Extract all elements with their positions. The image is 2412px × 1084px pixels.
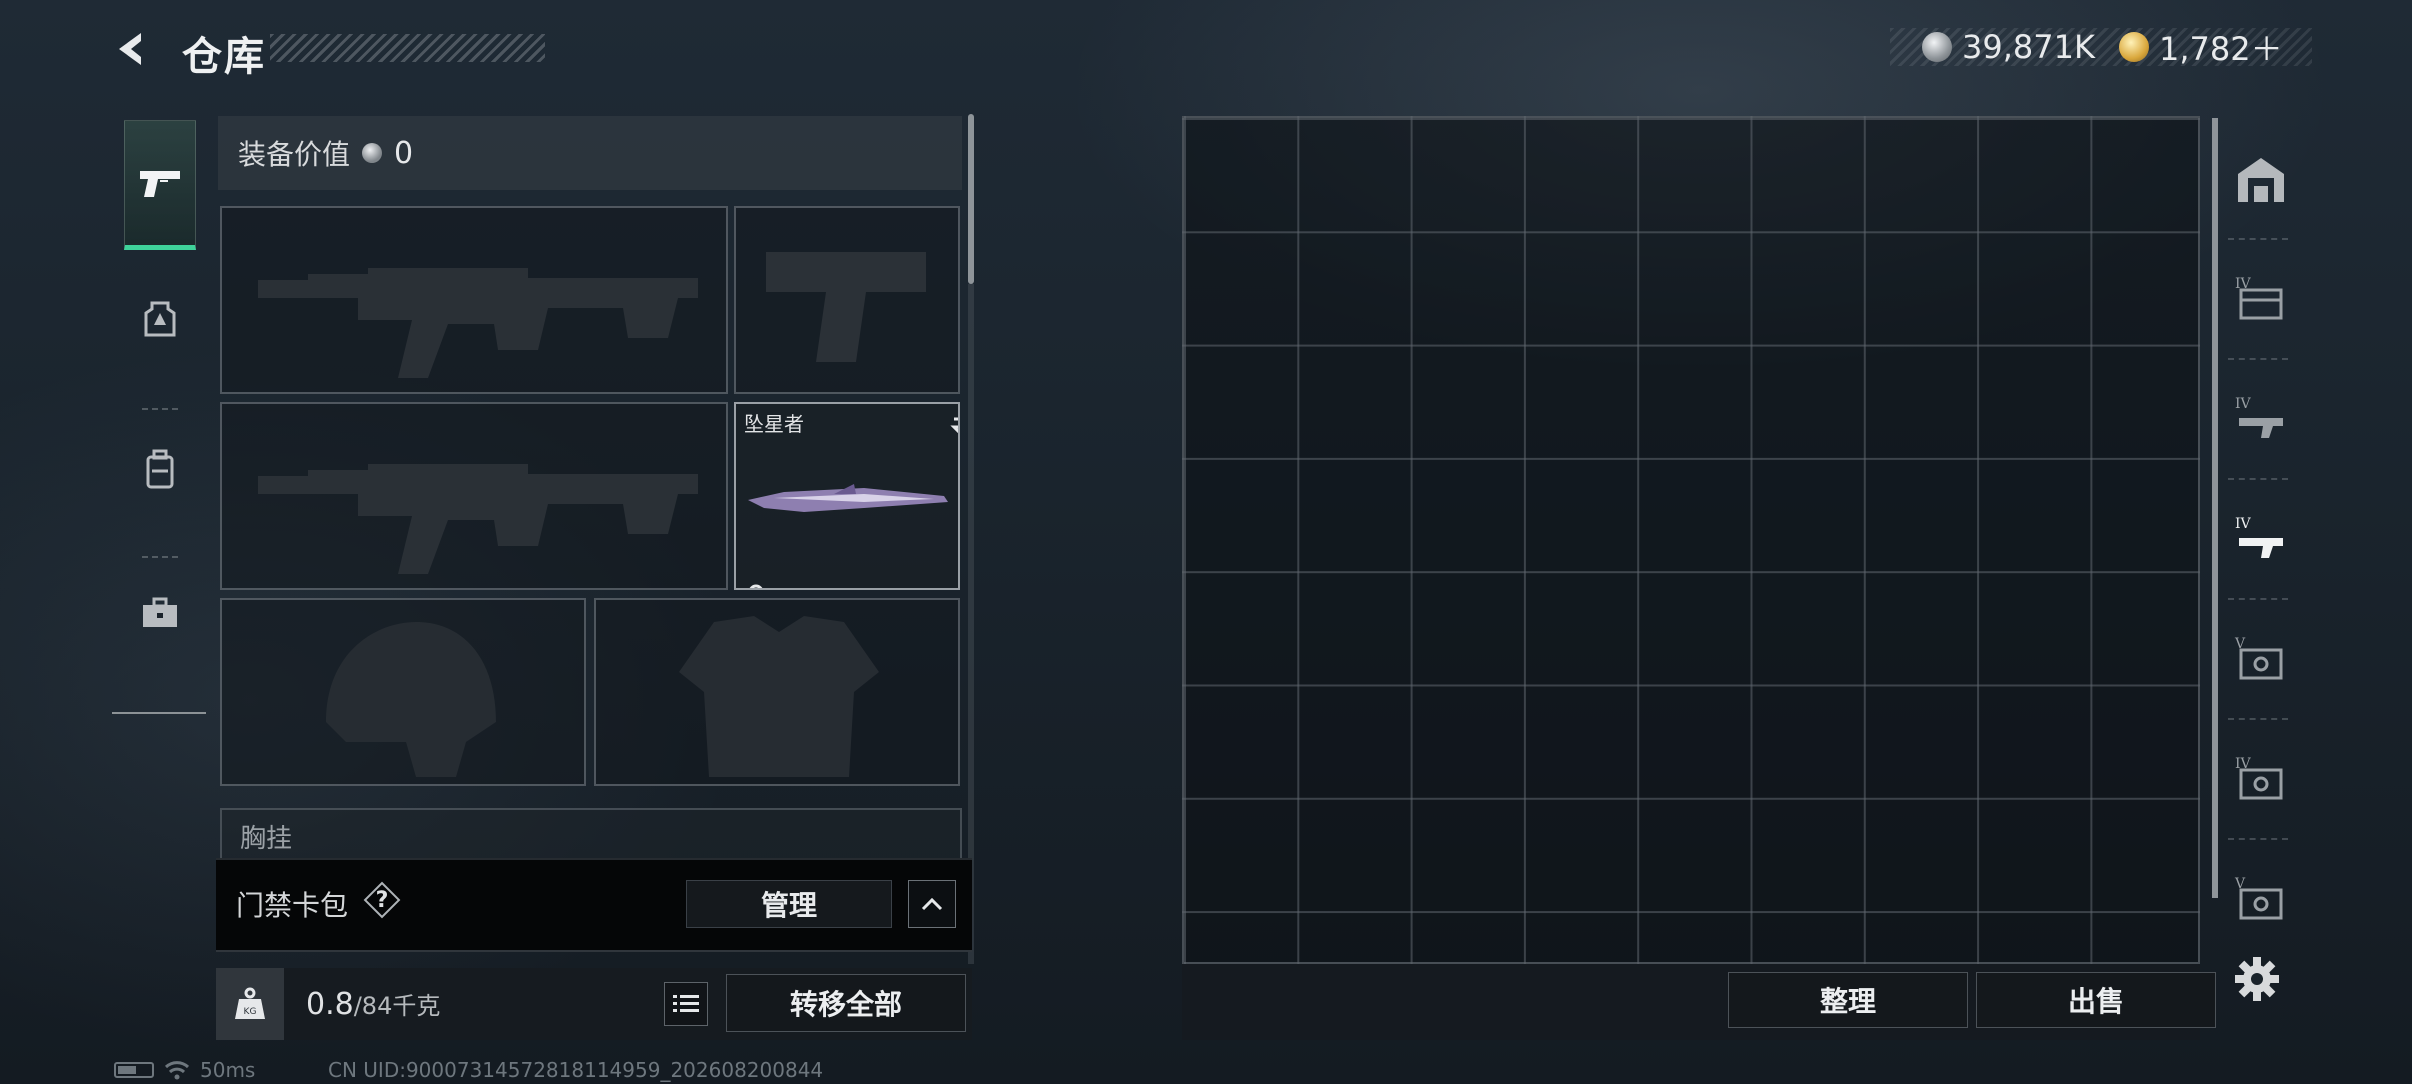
chest-rig-label: 胸挂 [240, 824, 293, 854]
silver-coin-icon [362, 143, 383, 163]
weight-icon: KG [216, 968, 284, 1040]
rifle-silhouette-icon [258, 464, 698, 574]
ammo-box-icon: V [2234, 636, 2283, 680]
rail-item-bag[interactable] [124, 404, 196, 534]
list-view-button[interactable] [664, 982, 708, 1026]
chest-rig-slot[interactable]: 胸挂 [220, 808, 962, 858]
storage-grid[interactable] [1182, 116, 2200, 964]
weapon-case-icon: IV [2235, 516, 2283, 558]
current-weight: 0.8 [306, 987, 354, 1022]
loadout-scrollbar[interactable] [968, 114, 974, 284]
backpack-icon [146, 449, 174, 489]
rail-divider [2228, 598, 2288, 600]
silver-coin-icon [1922, 32, 1952, 62]
wifi-icon [164, 1061, 190, 1080]
sidearm-slot[interactable] [734, 206, 960, 394]
title-decoration [270, 34, 545, 62]
uid-text: CN UID:9000731457281811495​9_20260820084… [328, 1058, 824, 1082]
rail-item-supplies[interactable] [124, 548, 196, 678]
sell-button[interactable]: 出售 [1976, 972, 2216, 1028]
gear-icon [2235, 957, 2279, 1001]
page-title: 仓库 [182, 34, 266, 80]
rail-divider [2228, 238, 2288, 240]
storage-action-bar: 整理 出售 [1182, 964, 2216, 1040]
ping-value: 50ms [200, 1058, 256, 1082]
container-extension-2[interactable]: IV [2226, 362, 2296, 472]
container-extension-1[interactable]: IV [2226, 242, 2296, 352]
list-icon [673, 995, 699, 1012]
container-home-storage[interactable] [2226, 124, 2296, 234]
briefcase-icon [143, 597, 177, 627]
body-armor-slot[interactable] [594, 598, 960, 786]
battery-icon [114, 1062, 154, 1078]
container-extension-5[interactable]: IV [2226, 722, 2296, 832]
currency-bar: 39,871K 1,782＋ [1890, 28, 2312, 68]
equipment-value-bar: 装备价值 0 [218, 116, 962, 190]
melee-blade-icon [748, 484, 948, 512]
container-extension-4[interactable]: V [2226, 602, 2296, 712]
svg-text:IV: IV [2235, 396, 2252, 412]
help-icon[interactable]: ? [363, 881, 401, 919]
melee-weapon-name: 坠星者 [744, 412, 804, 436]
chevron-up-icon [921, 897, 943, 911]
storage-crate-icon: IV [2235, 276, 2283, 320]
garage-icon [2238, 158, 2284, 202]
manage-button[interactable]: 管理 [686, 880, 892, 928]
ammo-box-icon: V [2234, 876, 2283, 920]
status-bar: 50ms [114, 1058, 255, 1082]
container-rail: IV IV IV V IV V [2208, 118, 2300, 1038]
rail-item-weapons[interactable] [124, 120, 196, 250]
silver-currency-value: 39,871K [1962, 28, 2095, 66]
back-button[interactable] [108, 24, 158, 74]
transfer-all-button[interactable]: 转移全部 [726, 974, 966, 1032]
helmet-silhouette-icon [326, 622, 496, 777]
weight-bar: KG 0.8/84千克 转移全部 [216, 968, 972, 1040]
ammo-box-icon: IV [2235, 756, 2283, 800]
svg-text:KG: KG [244, 1007, 257, 1017]
help-symbol: ? [375, 887, 389, 913]
rifle-silhouette-icon [258, 268, 698, 378]
secondary-weapon-slot[interactable] [220, 402, 728, 590]
equipment-value: 0 [394, 135, 414, 171]
rail-divider [2228, 718, 2288, 720]
keycard-wallet-bar: 门禁卡包 ? 管理 [216, 858, 972, 952]
equipment-value-label: 装备价值 [238, 138, 351, 171]
container-extension-6[interactable]: V [2226, 842, 2296, 952]
category-rail [112, 108, 206, 714]
weapon-case-icon: IV [2235, 396, 2283, 438]
pistol-icon [140, 171, 180, 197]
loadout-panel: 装备价值 0 坠星者 胸挂 门禁卡包 ? 管理 KG 0.8/84千克 转移全部 [214, 112, 976, 1042]
pistol-silhouette-icon [766, 252, 926, 362]
weight-capacity: /84千克 [353, 992, 441, 1020]
rail-divider [2228, 478, 2288, 480]
primary-weapon-slot[interactable] [220, 206, 728, 394]
storage-panel: 整理 出售 [1182, 116, 2216, 1040]
helmet-slot[interactable] [220, 598, 586, 786]
settings-button[interactable] [2232, 954, 2282, 1004]
rail-divider [2228, 358, 2288, 360]
svg-text:IV: IV [2235, 516, 2252, 532]
gold-currency-value[interactable]: 1,782＋ [2159, 24, 2283, 70]
container-extension-3[interactable]: IV [2226, 482, 2296, 592]
armor-icon [144, 301, 176, 337]
gold-coin-icon [2118, 32, 2149, 62]
rail-item-gear[interactable] [124, 254, 196, 384]
back-arrow-icon [119, 33, 141, 65]
keycard-wallet-label: 门禁卡包 [236, 889, 349, 922]
rail-divider [2228, 838, 2288, 840]
melee-weapon-slot[interactable]: 坠星者 [734, 402, 960, 590]
carry-weight: 0.8/84千克 [306, 986, 440, 1022]
collapse-button[interactable] [908, 880, 956, 928]
sort-button[interactable]: 整理 [1728, 972, 1968, 1028]
vest-silhouette-icon [679, 616, 879, 777]
